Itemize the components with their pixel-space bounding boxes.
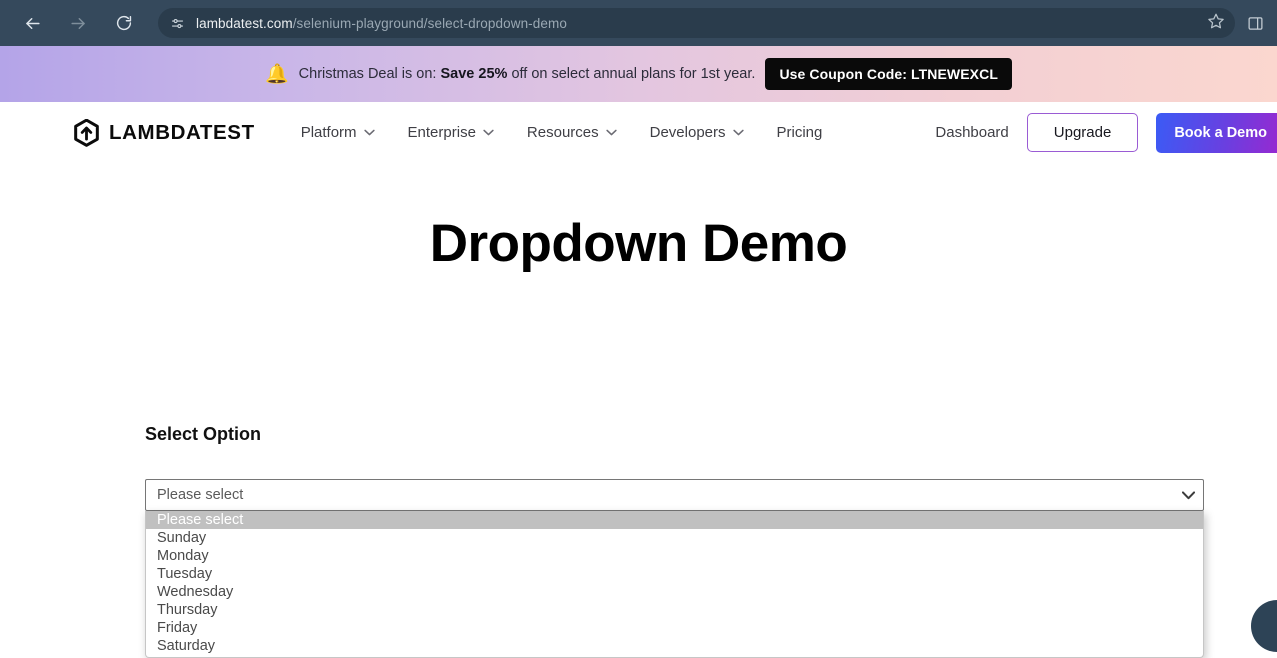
- page-title: Dropdown Demo: [429, 214, 848, 273]
- promo-text-bold: Save 25%: [440, 66, 508, 82]
- browser-toolbar: lambdatest.com/selenium-playground/selec…: [0, 0, 1277, 46]
- dropdown-option[interactable]: Saturday: [146, 637, 1203, 655]
- url-path: /selenium-playground/select-dropdown-dem…: [292, 15, 567, 31]
- promo-message: Christmas Deal is on: Save 25% off on se…: [299, 66, 756, 82]
- nav-label: Pricing: [776, 124, 823, 141]
- toolbar-right-actions: [1241, 7, 1269, 39]
- dashboard-link[interactable]: Dashboard: [935, 124, 1008, 141]
- dropdown-select-wrapper: Please select: [145, 479, 1204, 511]
- nav-item-enterprise[interactable]: Enterprise: [408, 124, 494, 141]
- nav-item-resources[interactable]: Resources: [527, 124, 617, 141]
- nav-label: Developers: [649, 124, 726, 141]
- chevron-down-icon: [483, 129, 494, 136]
- dropdown-option[interactable]: Monday: [146, 547, 1203, 565]
- dropdown-option[interactable]: Wednesday: [146, 583, 1203, 601]
- promo-text-before: Christmas Deal is on:: [298, 66, 441, 82]
- christmas-bells-icon: 🔔: [265, 63, 289, 85]
- address-bar[interactable]: lambdatest.com/selenium-playground/selec…: [158, 8, 1235, 38]
- chevron-down-icon: [732, 129, 744, 136]
- main-navigation: Platform Enterprise Resources Developers…: [301, 124, 823, 141]
- select-option-label: Select Option: [145, 424, 262, 444]
- dropdown-select[interactable]: Please select: [145, 479, 1204, 511]
- dropdown-option[interactable]: Tuesday: [146, 565, 1203, 583]
- url-host: lambdatest.com: [196, 15, 293, 31]
- dropdown-option-list[interactable]: Please select Sunday Monday Tuesday Wedn…: [145, 511, 1204, 658]
- dropdown-option[interactable]: Thursday: [146, 601, 1203, 619]
- lambdatest-hexagon-icon: [74, 118, 99, 147]
- reload-icon[interactable]: [108, 7, 140, 39]
- back-icon[interactable]: [16, 7, 48, 39]
- dropdown-selected-value: Please select: [157, 487, 244, 503]
- nav-label: Platform: [300, 124, 357, 141]
- logo-wordmark: LAMBDATEST: [109, 120, 255, 144]
- url-text[interactable]: lambdatest.com/selenium-playground/selec…: [196, 16, 1201, 31]
- promo-banner: 🔔 Christmas Deal is on: Save 25% off on …: [0, 46, 1277, 102]
- bookmark-star-icon[interactable]: [1207, 12, 1225, 35]
- chevron-down-icon: [1182, 490, 1195, 499]
- nav-item-platform[interactable]: Platform: [301, 124, 375, 141]
- site-header: LAMBDATEST Platform Enterprise Resources…: [0, 102, 1277, 163]
- lambdatest-logo[interactable]: LAMBDATEST: [73, 118, 255, 147]
- dropdown-option[interactable]: Sunday: [146, 529, 1203, 547]
- chat-widget-button[interactable]: [1251, 600, 1277, 652]
- forward-icon[interactable]: [62, 7, 94, 39]
- nav-item-developers[interactable]: Developers: [650, 124, 744, 141]
- book-a-demo-button[interactable]: Book a Demo: [1156, 112, 1277, 153]
- chevron-down-icon: [605, 129, 617, 136]
- promo-content: 🔔 Christmas Deal is on: Save 25% off on …: [265, 58, 1012, 90]
- coupon-code-button[interactable]: Use Coupon Code: LTNEWEXCL: [765, 58, 1012, 90]
- nav-label: Resources: [526, 124, 599, 141]
- dropdown-option[interactable]: Friday: [146, 619, 1203, 637]
- dropdown-option[interactable]: Please select: [146, 511, 1203, 529]
- chevron-down-icon: [363, 129, 375, 136]
- header-actions: Dashboard Upgrade Book a Demo: [935, 112, 1277, 153]
- nav-item-pricing[interactable]: Pricing: [777, 124, 823, 141]
- nav-label: Enterprise: [407, 124, 476, 141]
- side-panel-icon[interactable]: [1241, 7, 1269, 39]
- upgrade-button[interactable]: Upgrade: [1026, 113, 1139, 152]
- promo-text-after: off on select annual plans for 1st year.: [507, 66, 756, 82]
- site-settings-icon[interactable]: [166, 12, 188, 34]
